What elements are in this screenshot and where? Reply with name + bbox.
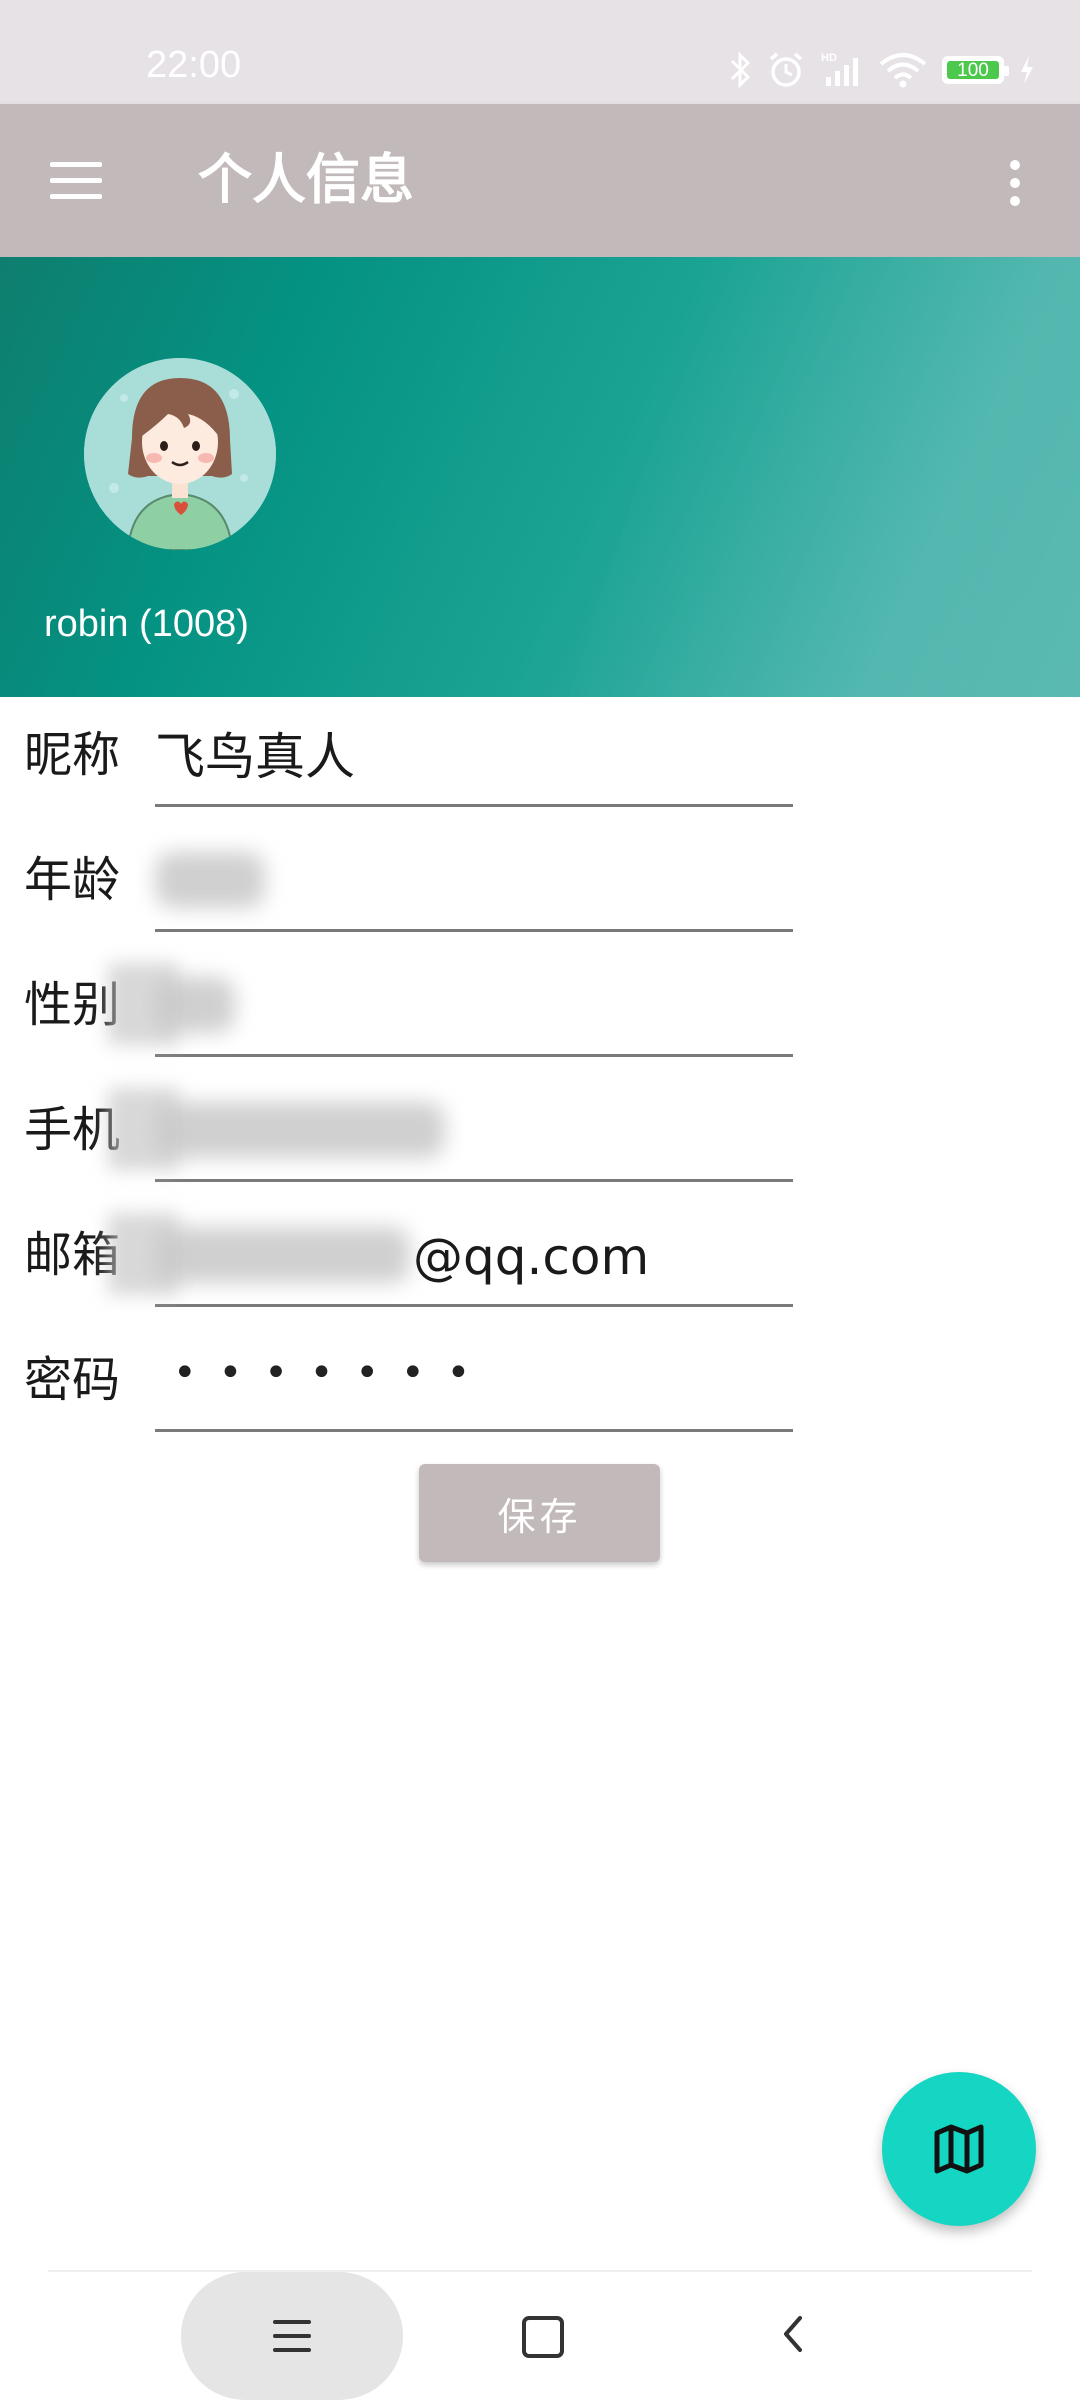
redacted-label — [108, 1088, 178, 1170]
username: robin (1008) — [44, 603, 249, 645]
form-row-nickname: 昵称 飞鸟真人 — [0, 697, 1080, 823]
form-row-gender: 性别 — [0, 947, 1080, 1073]
charging-icon — [1021, 56, 1033, 84]
menu-icon[interactable] — [181, 2272, 403, 2400]
redacted-label — [108, 963, 178, 1045]
alarm-icon — [769, 52, 803, 87]
field-label: 性别 — [24, 977, 121, 1033]
app-bar: 个人信息 — [0, 104, 1080, 257]
status-bar: 22:00 HD 100 — [0, 0, 1080, 104]
field-value: @qq.com — [413, 1228, 650, 1286]
age-input[interactable] — [155, 840, 793, 932]
field-label: 年龄 — [24, 852, 121, 908]
field-label: 邮箱 — [24, 1227, 121, 1283]
svg-text:HD: HD — [821, 52, 837, 64]
bluetooth-icon — [730, 51, 751, 89]
avatar[interactable] — [84, 358, 276, 550]
form-row-password: 密码 ••••••• — [0, 1322, 1080, 1448]
gender-input[interactable] — [155, 965, 793, 1057]
map-fab-button[interactable] — [882, 2072, 1036, 2226]
redacted-label — [108, 1213, 178, 1295]
field-label: 昵称 — [24, 727, 121, 783]
password-input[interactable]: ••••••• — [155, 1340, 793, 1432]
field-value: 飞鸟真人 — [155, 728, 355, 786]
redacted-value — [155, 852, 265, 908]
phone-input[interactable] — [155, 1090, 793, 1182]
page-title: 个人信息 — [198, 148, 414, 211]
status-icons: HD 100 — [728, 48, 1036, 92]
more-vert-icon[interactable] — [990, 148, 1040, 218]
hd-signal-icon: HD — [821, 52, 858, 86]
field-label: 密码 — [24, 1352, 121, 1408]
nickname-input[interactable]: 飞鸟真人 — [155, 715, 793, 807]
password-value: ••••••• — [173, 1350, 493, 1396]
form-row-email: 邮箱 @qq.com — [0, 1197, 1080, 1323]
home-icon[interactable] — [522, 2316, 564, 2358]
form-row-age: 年龄 — [0, 822, 1080, 948]
redacted-value — [155, 1227, 410, 1283]
wifi-icon — [879, 53, 927, 88]
back-icon[interactable] — [770, 2310, 818, 2358]
email-input[interactable]: @qq.com — [155, 1215, 793, 1307]
save-button[interactable]: 保存 — [419, 1464, 660, 1562]
profile-header: robin (1008) — [0, 257, 1080, 697]
form-row-phone: 手机 — [0, 1072, 1080, 1198]
redacted-value — [155, 1102, 445, 1158]
map-icon — [934, 2124, 984, 2174]
battery-icon: 100 — [942, 56, 1009, 84]
nav-divider — [48, 2270, 1032, 2272]
status-time: 22:00 — [146, 44, 242, 86]
avatar-cartoon-girl — [84, 358, 276, 550]
battery-level: 100 — [947, 61, 999, 80]
field-label: 手机 — [24, 1102, 121, 1158]
hamburger-menu-icon[interactable] — [40, 148, 112, 214]
